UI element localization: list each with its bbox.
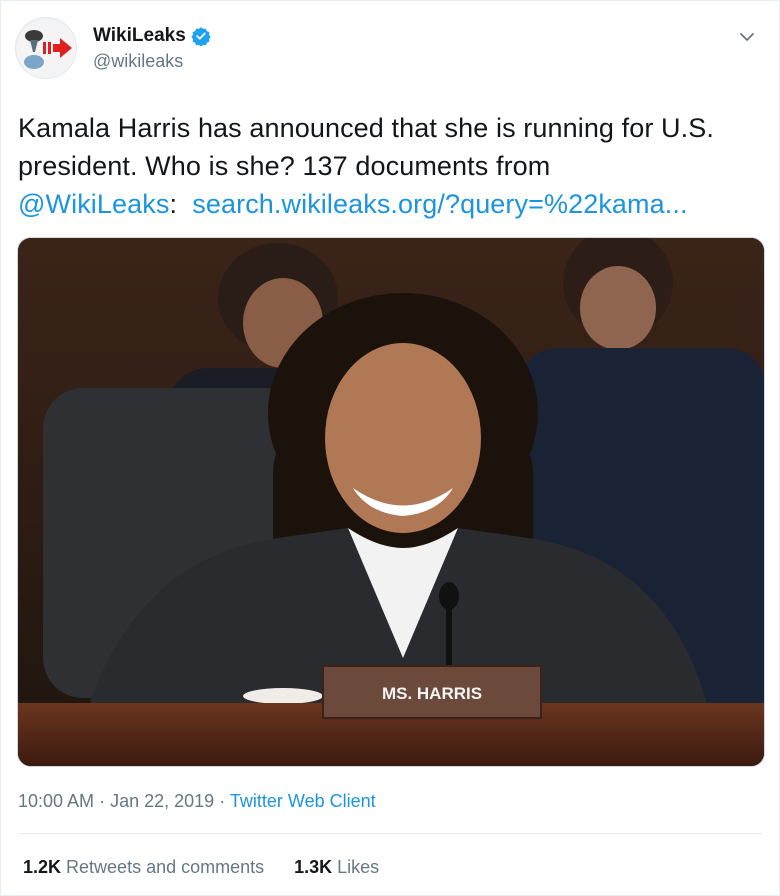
tweet-meta: 10:00 AM · Jan 22, 2019 · Twitter Web Cl… bbox=[18, 791, 376, 812]
divider bbox=[18, 833, 762, 834]
verified-badge-icon bbox=[191, 26, 211, 46]
display-name[interactable]: WikiLeaks bbox=[93, 25, 186, 47]
name-row: WikiLeaks bbox=[93, 25, 211, 47]
retweets-count: 1.2K bbox=[23, 857, 62, 877]
tweet-time[interactable]: 10:00 AM bbox=[18, 791, 94, 811]
tweet-photo[interactable]: MS. HARRIS bbox=[17, 237, 765, 767]
wikileaks-logo-icon bbox=[17, 19, 76, 78]
tweet-source[interactable]: Twitter Web Client bbox=[230, 791, 376, 811]
author-names: WikiLeaks @wikileaks bbox=[93, 25, 211, 72]
mention-separator: : bbox=[169, 189, 178, 219]
nameplate-text: MS. HARRIS bbox=[382, 684, 482, 703]
mention-link[interactable]: @WikiLeaks bbox=[18, 189, 169, 219]
url-link[interactable]: search.wikileaks.org/?query=%22kama... bbox=[192, 189, 687, 219]
tweet-date[interactable]: Jan 22, 2019 bbox=[110, 791, 214, 811]
author-avatar[interactable] bbox=[15, 17, 77, 79]
tweet-header: WikiLeaks @wikileaks bbox=[15, 17, 211, 79]
meta-separator: · bbox=[219, 791, 226, 811]
meta-separator: · bbox=[99, 791, 106, 811]
tweet-card: WikiLeaks @wikileaks Kamala Harris has a… bbox=[0, 0, 780, 896]
author-handle[interactable]: @wikileaks bbox=[93, 51, 211, 72]
likes-stat[interactable]: 1.3K Likes bbox=[294, 857, 379, 878]
retweets-stat[interactable]: 1.2K Retweets and comments bbox=[23, 857, 264, 878]
photo-illustration: MS. HARRIS bbox=[18, 238, 764, 766]
retweets-label: Retweets and comments bbox=[66, 857, 265, 877]
tweet-stats: 1.2K Retweets and comments 1.3K Likes bbox=[23, 857, 409, 878]
likes-label: Likes bbox=[337, 857, 380, 877]
likes-count: 1.3K bbox=[294, 857, 333, 877]
tweet-text: Kamala Harris has announced that she is … bbox=[18, 109, 768, 223]
chevron-down-icon[interactable] bbox=[737, 27, 757, 47]
tweet-body: Kamala Harris has announced that she is … bbox=[18, 113, 714, 181]
